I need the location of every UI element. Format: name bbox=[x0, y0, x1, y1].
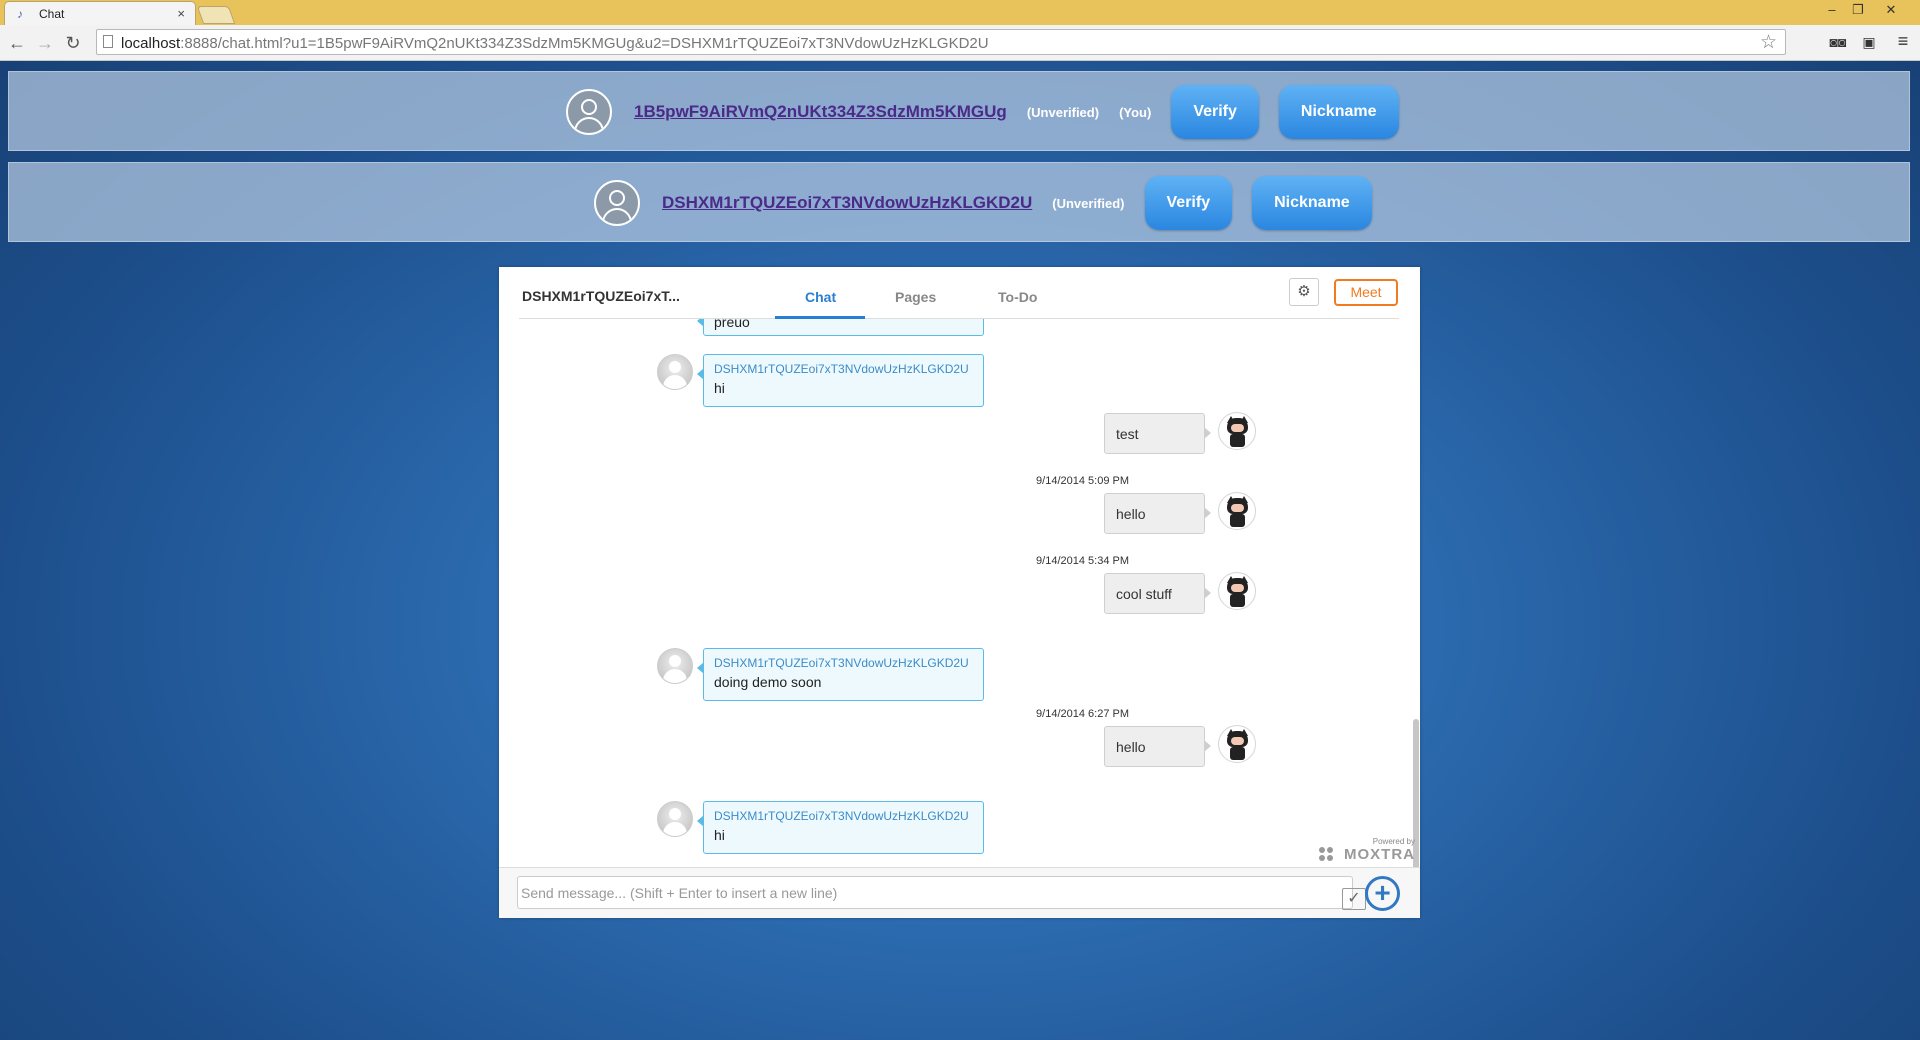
identity-link[interactable]: 1B5pwF9AiRVmQ2nUKt334Z3SdzMm5KMGUg bbox=[634, 102, 1007, 122]
tab-close-icon[interactable]: × bbox=[177, 6, 185, 21]
verify-button[interactable]: Verify bbox=[1144, 176, 1233, 230]
timestamp: 9/14/2014 5:34 PM bbox=[1036, 555, 1129, 567]
message-bubble: DSHXM1rTQUZEoi7xT3NVdowUzHzKLGKD2U hi bbox=[697, 801, 984, 854]
message-text: hello bbox=[1116, 506, 1146, 522]
browser-tabstrip: ♪ Chat × – ❐ ✕ bbox=[0, 0, 1920, 25]
menu-icon[interactable]: ≡ bbox=[1892, 31, 1914, 52]
nickname-button[interactable]: Nickname bbox=[1278, 85, 1399, 139]
url-text: localhost:8888/chat.html?u1=1B5pwF9AiRVm… bbox=[121, 35, 989, 52]
message-text: test bbox=[1116, 426, 1139, 442]
avatar bbox=[594, 180, 640, 226]
avatar bbox=[657, 648, 693, 684]
browser-toolbar: ← → ↻ localhost:8888/chat.html?u1=1B5pwF… bbox=[0, 25, 1920, 61]
add-icon[interactable]: + bbox=[1365, 876, 1400, 911]
restore-icon[interactable]: ❐ bbox=[1847, 2, 1869, 18]
todo-checkbox-icon[interactable]: ✓ bbox=[1342, 888, 1366, 910]
minimize-icon[interactable]: – bbox=[1821, 2, 1843, 17]
message-bubble: cool stuff bbox=[1104, 573, 1211, 614]
window-close-icon[interactable]: ✕ bbox=[1880, 2, 1902, 18]
cast-extension-icon[interactable]: ▣ bbox=[1858, 34, 1880, 51]
settings-icon[interactable]: ⚙ bbox=[1289, 278, 1319, 306]
message-list: preuo DSHXM1rTQUZEoi7xT3NVdowUzHzKLGKD2U… bbox=[499, 319, 1420, 867]
timestamp: 9/14/2014 6:27 PM bbox=[1036, 708, 1129, 720]
chat-panel: DSHXM1rTQUZEoi7xT... Chat Pages To-Do ⚙ … bbox=[499, 267, 1420, 918]
verify-button[interactable]: Verify bbox=[1171, 85, 1259, 139]
message-bubble: preuo bbox=[697, 319, 984, 336]
avatar bbox=[566, 89, 612, 135]
message-bubble: hello bbox=[1104, 493, 1211, 534]
verification-status: (Unverified) bbox=[1026, 104, 1100, 120]
avatar bbox=[657, 354, 693, 390]
address-bar[interactable]: localhost:8888/chat.html?u1=1B5pwF9AiRVm… bbox=[96, 29, 1786, 55]
message-input-placeholder: Send message... (Shift + Enter to insert… bbox=[521, 885, 838, 901]
tab-favicon-icon: ♪ bbox=[17, 7, 23, 21]
tab-pages[interactable]: Pages bbox=[895, 289, 936, 305]
nickname-button[interactable]: Nickname bbox=[1252, 176, 1372, 230]
tab-chat[interactable]: Chat bbox=[805, 289, 836, 305]
message-text: preuo bbox=[714, 319, 750, 330]
identity-row: 1B5pwF9AiRVmQ2nUKt334Z3SdzMm5KMGUg (Unve… bbox=[566, 72, 1399, 152]
chat-title: DSHXM1rTQUZEoi7xT... bbox=[522, 288, 680, 304]
verification-status: (Unverified) bbox=[1052, 195, 1125, 211]
message-bubble: DSHXM1rTQUZEoi7xT3NVdowUzHzKLGKD2U hi bbox=[697, 354, 984, 407]
tab-todo[interactable]: To-Do bbox=[998, 289, 1037, 305]
message-input[interactable]: Send message... (Shift + Enter to insert… bbox=[517, 876, 1366, 910]
back-icon[interactable]: ← bbox=[6, 32, 28, 54]
reload-icon[interactable]: ↻ bbox=[62, 32, 84, 54]
message-sender: DSHXM1rTQUZEoi7xT3NVdowUzHzKLGKD2U bbox=[714, 656, 969, 670]
message-text: doing demo soon bbox=[714, 674, 822, 690]
powered-by-logo: Powered by MOXTRA bbox=[1319, 837, 1415, 863]
page-icon bbox=[103, 35, 113, 48]
identity-row: DSHXM1rTQUZEoi7xT3NVdowUzHzKLGKD2U (Unve… bbox=[594, 163, 1372, 243]
message-sender: DSHXM1rTQUZEoi7xT3NVdowUzHzKLGKD2U bbox=[714, 362, 969, 376]
identity-bar-self: 1B5pwF9AiRVmQ2nUKt334Z3SdzMm5KMGUg (Unve… bbox=[8, 71, 1910, 151]
avatar bbox=[657, 801, 693, 837]
timestamp: 9/14/2014 5:09 PM bbox=[1036, 475, 1129, 487]
identity-link[interactable]: DSHXM1rTQUZEoi7xT3NVdowUzHzKLGKD2U bbox=[662, 193, 1032, 213]
message-bubble: DSHXM1rTQUZEoi7xT3NVdowUzHzKLGKD2U doing… bbox=[697, 648, 984, 701]
bookmark-star-icon[interactable]: ☆ bbox=[1760, 31, 1777, 54]
compose-bar: Send message... (Shift + Enter to insert… bbox=[499, 867, 1420, 918]
tab-title: Chat bbox=[39, 7, 65, 21]
moxtra-logo-icon bbox=[1319, 847, 1335, 863]
new-tab-button[interactable] bbox=[196, 6, 236, 24]
octocat-avatar-icon bbox=[1218, 725, 1256, 763]
message-text: hi bbox=[714, 380, 725, 396]
you-tag: (You) bbox=[1119, 104, 1152, 120]
message-sender: DSHXM1rTQUZEoi7xT3NVdowUzHzKLGKD2U bbox=[714, 809, 969, 823]
forward-icon[interactable]: → bbox=[34, 32, 56, 54]
octocat-avatar-icon bbox=[1218, 412, 1256, 450]
browser-tab[interactable]: ♪ Chat × bbox=[4, 1, 196, 25]
meet-button[interactable]: Meet bbox=[1334, 279, 1398, 306]
powered-by-text: Powered by bbox=[1372, 837, 1415, 846]
octocat-avatar-icon bbox=[1218, 492, 1256, 530]
chat-header: DSHXM1rTQUZEoi7xT... Chat Pages To-Do ⚙ … bbox=[499, 267, 1420, 319]
message-text: hi bbox=[714, 827, 725, 843]
identity-bar-peer: DSHXM1rTQUZEoi7xT3NVdowUzHzKLGKD2U (Unve… bbox=[8, 162, 1910, 242]
message-bubble: hello bbox=[1104, 726, 1211, 767]
message-text: hello bbox=[1116, 739, 1146, 755]
octocat-avatar-icon bbox=[1218, 572, 1256, 610]
brand-name: MOXTRA bbox=[1344, 846, 1415, 863]
message-text: cool stuff bbox=[1116, 586, 1172, 602]
message-bubble: test bbox=[1104, 413, 1211, 454]
incognito-extension-icon[interactable]: ◙◙ bbox=[1827, 34, 1849, 50]
